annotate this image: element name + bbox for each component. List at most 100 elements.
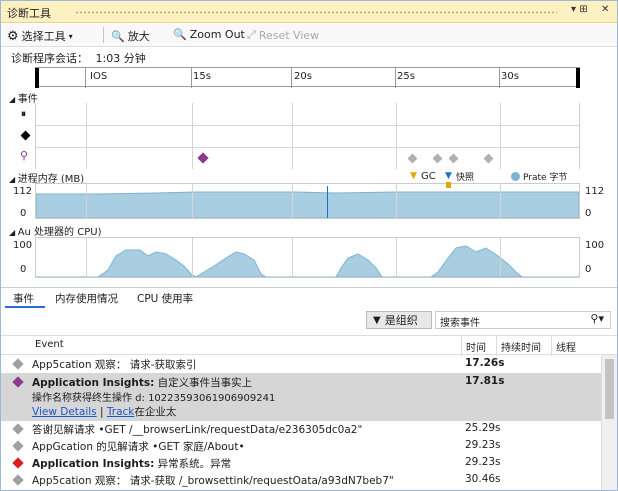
ruler-tick xyxy=(85,68,86,88)
memory-axis-max-right: 112 xyxy=(585,186,605,197)
memory-axis-min-right: 0 xyxy=(585,208,592,219)
ruler-start-handle[interactable] xyxy=(35,68,39,88)
zoom-in-label: 放大 xyxy=(127,30,150,43)
break-icon: ⏸ xyxy=(21,109,26,120)
event-marker[interactable] xyxy=(432,153,443,164)
column-thread[interactable]: 线程 xyxy=(556,339,576,354)
legend-private-bytes: Prate 字节 xyxy=(523,173,568,183)
events-scrollbar[interactable] xyxy=(601,355,617,490)
ruler-tick xyxy=(395,68,396,88)
event-row[interactable]: App5cation 观察： 请求-获取索引 17.26s xyxy=(1,356,601,373)
toolbar-separator xyxy=(103,27,104,43)
breakpoint-icon xyxy=(20,130,31,141)
pin-icon[interactable]: ▾ ⊞ xyxy=(571,4,588,15)
tab-cpu-usage[interactable]: CPU 使用率 xyxy=(137,291,193,306)
close-icon[interactable]: ✕ xyxy=(601,4,609,15)
gridline xyxy=(396,238,397,277)
event-time: 29.23s xyxy=(465,439,501,451)
column-separator[interactable] xyxy=(551,336,552,356)
gridline xyxy=(292,238,293,277)
filter-bar: ▼ 是组织 搜索事件 ⚲▾ xyxy=(1,309,617,331)
event-marker[interactable] xyxy=(448,153,459,164)
scrollbar-thumb[interactable] xyxy=(605,359,614,419)
gridline xyxy=(292,184,293,218)
gc-icon: ▼ xyxy=(410,171,417,181)
ruler-tick xyxy=(291,68,292,88)
gc-marker[interactable] xyxy=(446,182,451,188)
event-text: App5cation 观察： 请求-获取 /_browsettink/reque… xyxy=(32,475,394,487)
event-row[interactable]: Application Insights: 异常系统。异常 29.23s xyxy=(1,455,601,472)
event-time: 17.81s xyxy=(465,375,505,387)
snapshot-icon: ▼ xyxy=(445,171,452,181)
filter-button-label: 是组织 xyxy=(384,314,418,327)
diagnostic-tools-window: 诊断工具 ▾ ⊞ ✕ ⚙ 选择工具 ▾ 🔍 放大 🔍 Zoom Out ⤢ Re… xyxy=(0,0,618,491)
event-row-selected[interactable]: Application Insights: 自定义事件当事实上 17.81s 操… xyxy=(1,373,601,421)
select-tool-button[interactable]: ⚙ 选择工具 ▾ xyxy=(7,28,73,44)
private-bytes-icon xyxy=(511,172,520,181)
custom-event-marker[interactable] xyxy=(197,152,209,164)
track-link[interactable]: Track xyxy=(107,406,134,418)
legend-gc: GC xyxy=(421,171,436,182)
event-text: AppGcation 的见解请求 •GET 家庭/About• xyxy=(32,441,245,453)
event-diamond-icon xyxy=(12,440,24,452)
collapse-icon: ◢ xyxy=(9,228,18,237)
gridline xyxy=(292,103,293,169)
cpu-axis-max-left: 100 xyxy=(13,240,33,251)
events-section-header[interactable]: ◢ 事件 xyxy=(9,90,38,105)
event-detail: 操作名称获得终生操作 d: 10223593061906909241 xyxy=(32,393,276,404)
active-tab-indicator xyxy=(5,306,45,308)
ruler-end-handle[interactable] xyxy=(576,68,580,88)
title-bar: 诊断工具 ▾ ⊞ ✕ xyxy=(1,1,617,23)
event-text: App5cation 观察： 请求-获取索引 xyxy=(32,359,197,371)
search-icon[interactable]: ⚲▾ xyxy=(590,312,604,325)
column-separator[interactable] xyxy=(461,336,462,356)
column-duration[interactable]: 持续时间 xyxy=(501,339,541,354)
event-time: 25.29s xyxy=(465,422,501,434)
event-time: 17.26s xyxy=(465,357,505,369)
zoom-in-button[interactable]: 🔍 放大 xyxy=(111,28,150,44)
event-diamond-icon xyxy=(12,423,24,435)
gridline xyxy=(86,238,87,277)
drag-grip[interactable] xyxy=(75,11,557,14)
events-table-header: Event 时间 持续时间 线程 xyxy=(1,335,617,356)
link-separator: | xyxy=(100,406,104,418)
tab-events[interactable]: 事件 xyxy=(13,291,34,306)
reset-view-button[interactable]: ⤢ Reset View xyxy=(247,28,319,42)
event-text: Application Insights: 自定义事件当事实上 xyxy=(32,377,253,389)
time-ruler[interactable]: IOS 15s 20s 25s 30s xyxy=(35,67,580,88)
memory-axis-min-left: 0 xyxy=(20,208,27,219)
collapse-icon: ◢ xyxy=(9,95,18,104)
search-placeholder: 搜索事件 xyxy=(440,318,480,329)
cpu-section-header[interactable]: ◢ Au 处理器的 CPU) xyxy=(9,223,101,238)
memory-area-chart xyxy=(36,191,579,218)
column-time[interactable]: 时间 xyxy=(466,339,486,354)
event-row[interactable]: AppGcation 的见解请求 •GET 家庭/About• 29.23s xyxy=(1,438,601,455)
event-links: View Details | Track在企业太 xyxy=(32,404,176,419)
cpu-axis-max-right: 100 xyxy=(585,240,605,251)
gridline xyxy=(192,184,193,218)
cpu-graph[interactable] xyxy=(35,237,580,278)
gridline xyxy=(500,238,501,277)
ruler-label: 20s xyxy=(294,71,312,82)
zoom-out-button[interactable]: 🔍 Zoom Out xyxy=(173,28,245,41)
tab-memory-usage[interactable]: 内存使用情况 xyxy=(55,291,118,306)
event-marker[interactable] xyxy=(407,153,418,164)
memory-graph[interactable] xyxy=(35,182,580,219)
search-events-input[interactable]: 搜索事件 ⚲▾ xyxy=(435,311,611,329)
event-marker[interactable] xyxy=(483,153,494,164)
ruler-tick xyxy=(191,68,192,88)
session-label: 诊断程序会话： xyxy=(11,52,88,65)
events-track[interactable] xyxy=(35,103,580,169)
ruler-label: 30s xyxy=(501,71,519,82)
gridline xyxy=(396,103,397,169)
view-details-link[interactable]: View Details xyxy=(32,406,97,418)
column-separator[interactable] xyxy=(496,336,497,356)
event-row[interactable]: App5cation 观察： 请求-获取 /_browsettink/reque… xyxy=(1,472,601,489)
gridline xyxy=(500,103,501,169)
filter-button[interactable]: ▼ 是组织 xyxy=(366,311,432,329)
ruler-label: 25s xyxy=(397,71,415,82)
column-event[interactable]: Event xyxy=(35,339,64,350)
window-title: 诊断工具 xyxy=(7,7,51,20)
snapshot-marker-line xyxy=(327,186,328,218)
event-row[interactable]: 答谢见解请求 •GET /__browserLink/requestData/e… xyxy=(1,421,601,438)
